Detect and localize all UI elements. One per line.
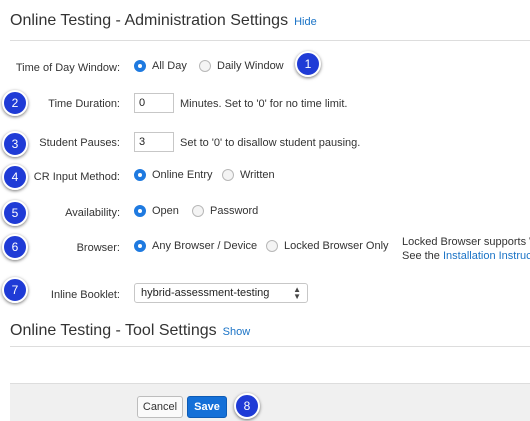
radio-all-day[interactable]: All Day	[134, 60, 187, 72]
browser-note-line2: See the Installation Instructi	[402, 250, 530, 262]
callout-badge-8: 8	[234, 393, 260, 419]
radio-daily-window-label: Daily Window	[217, 60, 284, 72]
cancel-button[interactable]: Cancel	[137, 396, 183, 418]
time-duration-input[interactable]	[134, 93, 174, 113]
browser-note-prefix: See the	[402, 250, 443, 262]
radio-password[interactable]: Password	[192, 205, 258, 217]
radio-all-day-label: All Day	[152, 60, 187, 72]
installation-instructions-link[interactable]: Installation Instructi	[443, 250, 530, 262]
inline-booklet-select[interactable]: hybrid-assessment-testing ▲ ▼	[134, 283, 308, 303]
radio-open[interactable]: Open	[134, 205, 179, 217]
tool-settings-header: Online Testing - Tool Settings Show	[10, 322, 250, 340]
callout-badge-4: 4	[2, 164, 28, 190]
header-divider	[10, 40, 530, 41]
radio-password-label: Password	[210, 205, 259, 217]
radio-locked-browser-label: Locked Browser Only	[284, 240, 389, 252]
radio-all-day-indicator[interactable]	[134, 60, 146, 72]
select-arrows-icon: ▲ ▼	[293, 285, 301, 301]
callout-badge-5: 5	[2, 200, 28, 226]
show-link[interactable]: Show	[223, 326, 251, 338]
tool-settings-divider	[10, 346, 530, 347]
callout-badge-2: 2	[2, 90, 28, 116]
hide-link[interactable]: Hide	[294, 16, 317, 28]
admin-settings-title: Online Testing - Administration Settings	[10, 12, 289, 29]
radio-open-label: Open	[152, 205, 179, 217]
radio-daily-window[interactable]: Daily Window	[199, 60, 284, 72]
time-duration-hint: Minutes. Set to '0' for no time limit.	[180, 98, 348, 110]
callout-badge-7: 7	[2, 277, 28, 303]
radio-online-entry-label: Online Entry	[152, 169, 213, 181]
radio-any-browser[interactable]: Any Browser / Device	[134, 240, 257, 252]
radio-written[interactable]: Written	[222, 169, 275, 181]
callout-badge-6: 6	[2, 234, 28, 260]
radio-any-browser-label: Any Browser / Device	[152, 240, 258, 252]
student-pauses-hint: Set to '0' to disallow student pausing.	[180, 137, 361, 149]
callout-badge-3: 3	[2, 131, 28, 157]
browser-note-line1: Locked Browser supports W	[402, 236, 530, 248]
radio-online-entry-indicator[interactable]	[134, 169, 146, 181]
form-footer	[10, 383, 530, 421]
save-button[interactable]: Save	[187, 396, 227, 418]
inline-booklet-selected-value: hybrid-assessment-testing	[141, 287, 270, 299]
time-of-day-label: Time of Day Window:	[15, 62, 120, 74]
radio-open-indicator[interactable]	[134, 205, 146, 217]
tool-settings-title: Online Testing - Tool Settings	[10, 322, 217, 339]
radio-password-indicator[interactable]	[192, 205, 204, 217]
radio-locked-browser-indicator[interactable]	[266, 240, 278, 252]
radio-online-entry[interactable]: Online Entry	[134, 169, 213, 181]
radio-daily-window-indicator[interactable]	[199, 60, 211, 72]
radio-written-indicator[interactable]	[222, 169, 234, 181]
student-pauses-input[interactable]	[134, 132, 174, 152]
radio-locked-browser[interactable]: Locked Browser Only	[266, 240, 389, 252]
callout-badge-1: 1	[295, 51, 321, 77]
radio-written-label: Written	[240, 169, 275, 181]
admin-settings-header: Online Testing - Administration Settings…	[10, 12, 317, 30]
radio-any-browser-indicator[interactable]	[134, 240, 146, 252]
